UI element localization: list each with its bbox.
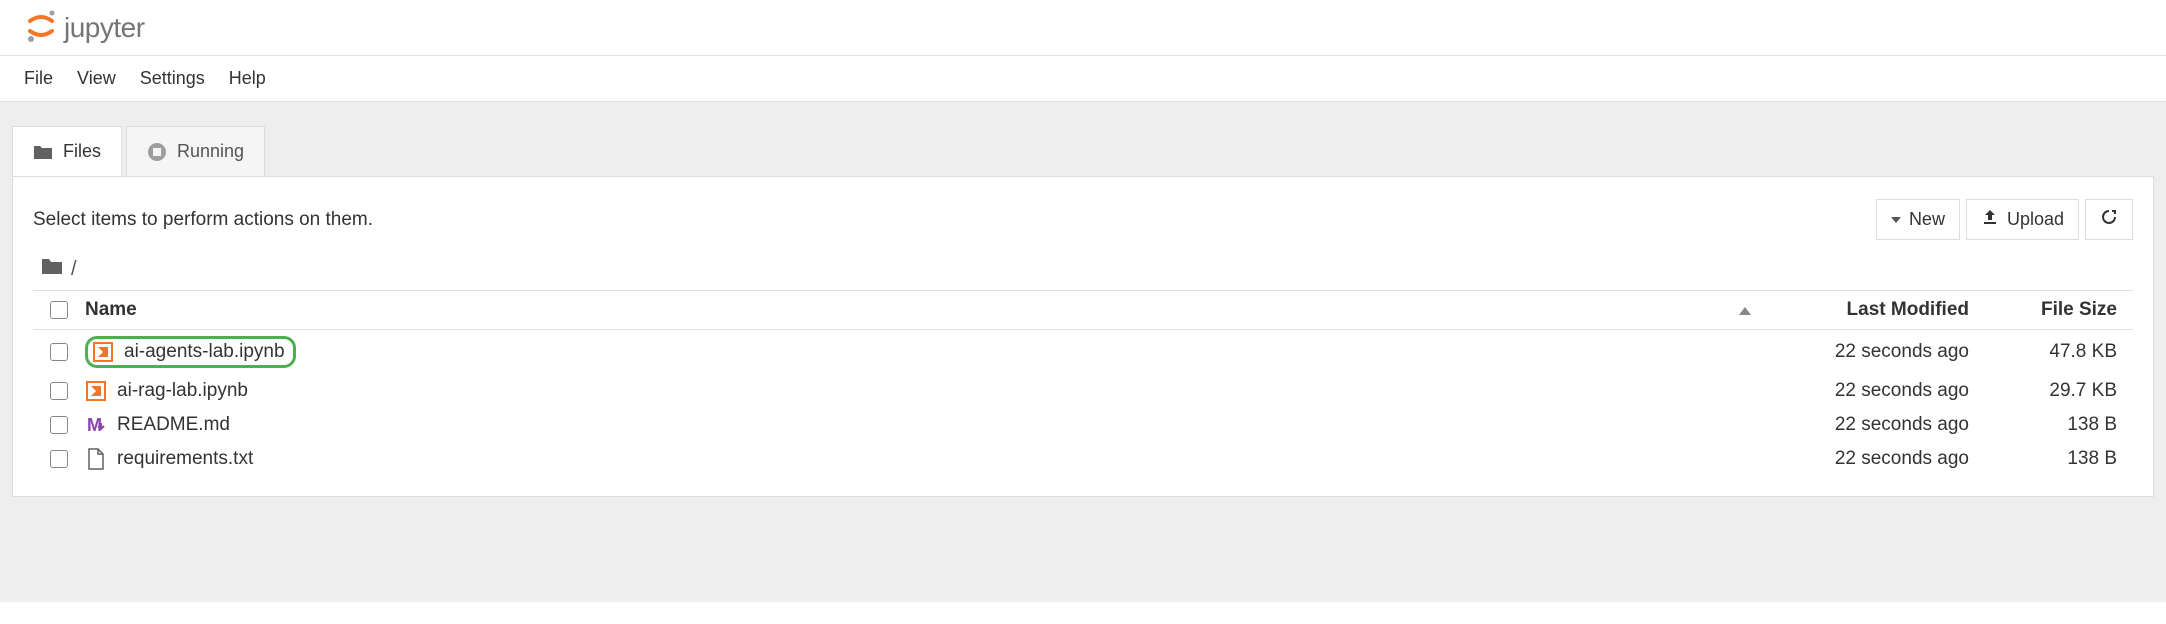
tabs: Files Running <box>12 126 2154 176</box>
file-checkbox[interactable] <box>50 450 68 468</box>
file-icon <box>85 448 107 470</box>
file-modified: 22 seconds ago <box>1765 380 1985 402</box>
menu-help[interactable]: Help <box>229 68 266 89</box>
markdown-icon: M <box>85 414 107 436</box>
svg-text:M: M <box>87 415 102 435</box>
file-row: ai-rag-lab.ipynb 22 seconds ago29.7 KB <box>33 374 2133 408</box>
file-size: 29.7 KB <box>1985 380 2125 402</box>
file-size: 138 B <box>1985 414 2125 436</box>
tab-files-label: Files <box>63 141 101 162</box>
new-button[interactable]: New <box>1876 199 1960 240</box>
file-checkbox[interactable] <box>50 416 68 434</box>
file-row: requirements.txt 22 seconds ago138 B <box>33 442 2133 476</box>
file-name-cell: ai-rag-lab.ipynb <box>77 380 1725 402</box>
menu-view[interactable]: View <box>77 68 116 89</box>
breadcrumb-root[interactable]: / <box>71 258 77 281</box>
content-area: Files Running Select items to perform ac… <box>0 102 2166 602</box>
toolbar-hint: Select items to perform actions on them. <box>33 209 373 231</box>
file-link[interactable]: requirements.txt <box>117 448 253 470</box>
sort-indicator[interactable] <box>1725 299 1765 321</box>
select-all-checkbox[interactable] <box>50 301 68 319</box>
notebook-icon <box>92 341 114 363</box>
file-link[interactable]: ai-agents-lab.ipynb <box>124 341 285 363</box>
tab-files[interactable]: Files <box>12 126 122 176</box>
upload-icon <box>1981 208 1999 231</box>
jupyter-icon <box>24 9 58 46</box>
column-size[interactable]: File Size <box>1985 299 2125 321</box>
file-rows: ai-agents-lab.ipynb22 seconds ago47.8 KB… <box>33 330 2133 476</box>
upload-button-label: Upload <box>2007 209 2064 230</box>
refresh-icon <box>2100 208 2118 231</box>
file-browser-panel: Select items to perform actions on them.… <box>12 176 2154 497</box>
file-name-cell: ai-agents-lab.ipynb <box>77 336 1725 368</box>
file-size: 47.8 KB <box>1985 341 2125 363</box>
file-checkbox[interactable] <box>50 343 68 361</box>
sort-ascending-icon <box>1739 307 1751 315</box>
toolbar-buttons: New Upload <box>1876 199 2133 240</box>
file-link[interactable]: README.md <box>117 414 230 436</box>
column-modified[interactable]: Last Modified <box>1765 299 1985 321</box>
header: jupyter <box>0 0 2166 56</box>
highlight-box: ai-agents-lab.ipynb <box>85 336 296 368</box>
file-link[interactable]: ai-rag-lab.ipynb <box>117 380 248 402</box>
upload-button[interactable]: Upload <box>1966 199 2079 240</box>
caret-down-icon <box>1891 217 1901 223</box>
file-modified: 22 seconds ago <box>1765 448 1985 470</box>
file-name-cell: M README.md <box>77 414 1725 436</box>
folder-icon <box>41 256 63 282</box>
stop-icon <box>147 142 167 162</box>
column-name[interactable]: Name <box>77 299 1725 321</box>
file-checkbox[interactable] <box>50 382 68 400</box>
tab-running[interactable]: Running <box>126 126 265 176</box>
jupyter-logo[interactable]: jupyter <box>24 9 145 46</box>
tab-running-label: Running <box>177 141 244 162</box>
menu-file[interactable]: File <box>24 68 53 89</box>
menu-settings[interactable]: Settings <box>140 68 205 89</box>
file-modified: 22 seconds ago <box>1765 414 1985 436</box>
file-name-cell: requirements.txt <box>77 448 1725 470</box>
menubar: File View Settings Help <box>0 56 2166 102</box>
file-size: 138 B <box>1985 448 2125 470</box>
file-row: ai-agents-lab.ipynb 22 seconds ago47.8 KB <box>33 330 2133 374</box>
jupyter-logo-text: jupyter <box>64 12 145 44</box>
folder-icon <box>33 142 53 162</box>
toolbar-row: Select items to perform actions on them.… <box>33 199 2133 240</box>
file-row: M README.md 22 seconds ago138 B <box>33 408 2133 442</box>
breadcrumb[interactable]: / <box>33 256 2133 282</box>
new-button-label: New <box>1909 209 1945 230</box>
file-modified: 22 seconds ago <box>1765 341 1985 363</box>
file-list-header: Name Last Modified File Size <box>33 290 2133 330</box>
notebook-icon <box>85 380 107 402</box>
refresh-button[interactable] <box>2085 199 2133 240</box>
